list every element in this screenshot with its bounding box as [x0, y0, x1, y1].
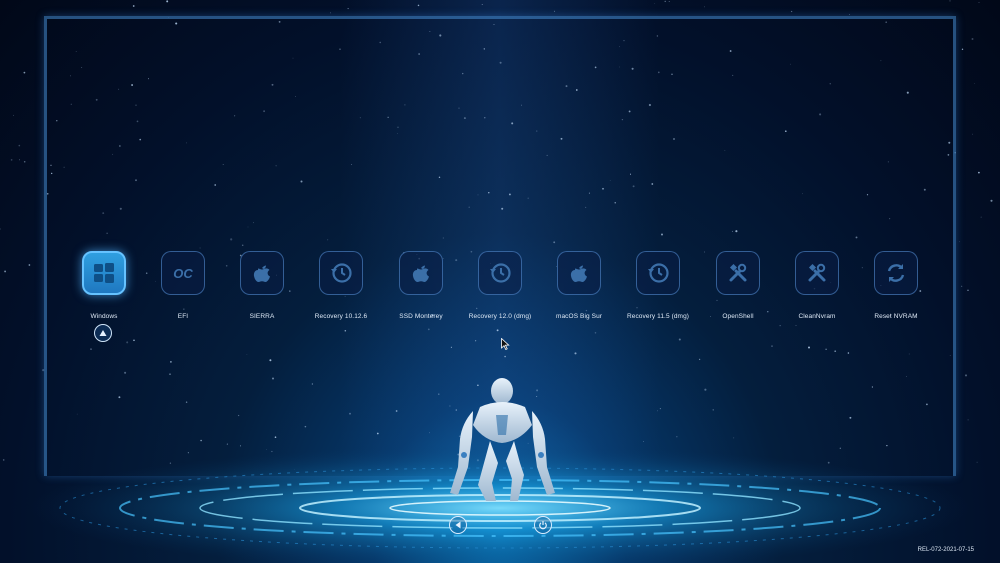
star: [990, 199, 993, 202]
opencore-mark: OC: [173, 266, 193, 281]
entry-tile[interactable]: [557, 251, 601, 295]
boot-entry-openshell[interactable]: OpenShell: [698, 251, 778, 320]
opencore-icon: OC: [173, 266, 193, 281]
star: [0, 228, 1, 230]
robot-figure: [450, 378, 555, 501]
boot-entry-recovery-11[interactable]: Recovery 11.5 (dmg): [618, 251, 698, 320]
star: [972, 133, 973, 135]
boot-entry-efi[interactable]: OC EFI: [143, 251, 223, 320]
entry-label: Recovery 12.0 (dmg): [468, 313, 532, 320]
star: [980, 216, 982, 218]
star: [976, 461, 978, 463]
star: [668, 0, 670, 2]
entry-tile[interactable]: [716, 251, 760, 295]
star: [23, 160, 26, 163]
star: [347, 8, 349, 10]
entry-tile[interactable]: [399, 251, 443, 295]
version-label: REL-072-2021-07-15: [917, 547, 974, 553]
entry-label: Windows: [90, 313, 118, 320]
star: [417, 4, 420, 7]
windows-icon: [94, 263, 114, 283]
tools-icon: [808, 263, 826, 282]
boot-entry-sierra[interactable]: SIERRA: [222, 251, 302, 320]
entry-tile[interactable]: [478, 251, 522, 295]
star: [961, 285, 963, 287]
star: [790, 10, 793, 13]
entry-tile[interactable]: [240, 251, 284, 295]
star: [28, 264, 31, 266]
star: [19, 159, 21, 161]
entry-label: CleanNvram: [798, 313, 836, 320]
entry-tile[interactable]: OC: [161, 251, 205, 295]
star: [949, 0, 951, 2]
boot-entry-cleannvram[interactable]: CleanNvram: [777, 251, 857, 320]
entry-label: Recovery 11.5 (dmg): [626, 313, 690, 320]
star: [4, 270, 7, 273]
star: [964, 374, 968, 377]
recovery-icon: [648, 263, 669, 283]
recovery-icon: [490, 263, 511, 283]
apple-icon: [253, 265, 270, 282]
star: [961, 48, 964, 50]
boot-entry-big-sur[interactable]: macOS Big Sur: [539, 251, 619, 320]
boot-entry-recovery-10[interactable]: Recovery 10.12.6: [301, 251, 381, 320]
star: [23, 71, 26, 74]
star: [967, 289, 969, 291]
shutdown-button[interactable]: [534, 516, 552, 534]
entry-label: OpenShell: [722, 313, 754, 320]
restart-icon: [455, 521, 461, 529]
entry-label: macOS Big Sur: [555, 313, 603, 320]
star: [654, 3, 655, 4]
entry-tile[interactable]: [636, 251, 680, 295]
entry-tile[interactable]: [82, 251, 126, 295]
star: [330, 12, 331, 14]
selection-indicator-icon: [94, 324, 112, 342]
apple-icon: [412, 265, 429, 282]
restart-button[interactable]: [449, 516, 467, 534]
star: [166, 0, 169, 3]
entry-tile[interactable]: [795, 251, 839, 295]
mouse-cursor-icon: [501, 338, 510, 350]
star: [978, 171, 980, 174]
star: [2, 459, 5, 461]
power-icon: [539, 521, 547, 530]
star: [704, 6, 705, 8]
boot-entry-windows[interactable]: Windows: [64, 251, 144, 320]
star: [18, 144, 21, 147]
entry-label: SIERRA: [249, 313, 275, 320]
star: [10, 159, 13, 161]
star: [974, 83, 975, 84]
entry-label: SSD Monterey: [399, 313, 443, 320]
entry-label: EFI: [177, 313, 189, 320]
star: [978, 2, 980, 3]
tools-icon: [729, 263, 747, 282]
star: [849, 14, 851, 15]
star: [13, 114, 14, 116]
star: [967, 419, 969, 421]
star: [971, 38, 974, 40]
boot-entry-list: Windows OC EFI SIERRA Recovery 10.12.6 S…: [64, 251, 936, 320]
apple-icon: [570, 265, 587, 282]
star: [959, 241, 960, 243]
reset-icon: [887, 264, 905, 282]
recovery-icon: [331, 263, 352, 283]
star: [664, 0, 666, 3]
star: [553, 10, 556, 12]
entry-label: Reset NVRAM: [874, 313, 918, 320]
entry-tile[interactable]: [319, 251, 363, 295]
entry-label: Recovery 10.12.6: [314, 313, 368, 320]
star: [132, 5, 135, 7]
entry-tile[interactable]: [874, 251, 918, 295]
boot-entry-ssd-monterey[interactable]: SSD Monterey: [381, 251, 461, 320]
boot-entry-reset-nvram[interactable]: Reset NVRAM: [856, 251, 936, 320]
star: [481, 3, 483, 5]
boot-entry-recovery-12[interactable]: Recovery 12.0 (dmg): [460, 251, 540, 320]
